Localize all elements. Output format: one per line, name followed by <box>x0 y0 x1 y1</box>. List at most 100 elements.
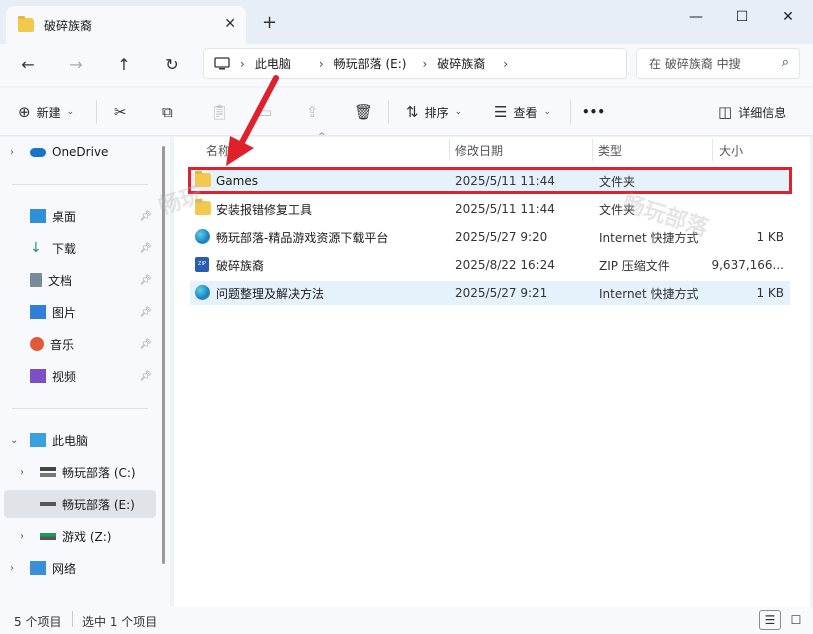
document-icon <box>30 273 42 287</box>
maximize-button[interactable]: ☐ <box>722 6 762 28</box>
sidebar-item-desktop[interactable]: 桌面 📌︎ <box>4 202 156 230</box>
sidebar-divider <box>12 408 148 409</box>
sidebar-item-label: 此电脑 <box>52 433 89 448</box>
up-arrow-icon: ↑ <box>117 54 131 74</box>
copy-button[interactable]: ⧉ <box>162 100 179 124</box>
sidebar-item-music[interactable]: 音乐 📌︎ <box>4 330 156 358</box>
sidebar-item-network[interactable]: › 网络 <box>4 554 156 582</box>
chevron-right-icon: › <box>20 466 24 478</box>
pin-icon: 📌︎ <box>139 274 152 286</box>
file-name: 破碎族裔 <box>216 258 265 273</box>
sort-button[interactable]: ⇅ 排序 ⌄ <box>406 100 462 124</box>
breadcrumb-current-folder[interactable]: 破碎族裔 <box>437 55 485 72</box>
file-date: 2025/5/27 9:21 <box>455 286 548 300</box>
new-tab-button[interactable]: + <box>262 12 277 33</box>
chevron-right-icon: › <box>240 56 245 71</box>
back-button[interactable]: ← <box>14 52 42 76</box>
file-size: 9,637,166... <box>711 258 784 272</box>
chevron-down-icon: ⌄ <box>66 107 75 117</box>
forward-button[interactable]: → <box>62 52 90 76</box>
sidebar-item-label: 文档 <box>48 273 73 288</box>
trash-icon: 🗑︎ <box>354 103 374 121</box>
column-header-size[interactable]: 大小 <box>719 142 743 159</box>
refresh-button[interactable]: ↻ <box>158 52 186 76</box>
file-type: ZIP 压缩文件 <box>599 258 670 273</box>
sidebar-item-label: 音乐 <box>50 337 75 352</box>
file-type: Internet 快捷方式 <box>599 286 699 301</box>
zip-icon: ZIP <box>195 257 209 272</box>
back-arrow-icon: ← <box>21 54 35 74</box>
file-size: 1 KB <box>756 286 784 300</box>
annotation-highlight-box <box>188 167 792 194</box>
sidebar-item-label: 游戏 (Z:) <box>62 529 112 544</box>
close-window-button[interactable]: ✕ <box>768 6 808 28</box>
file-name: 安装报错修复工具 <box>216 202 313 217</box>
download-icon: ↓ <box>30 240 42 256</box>
sidebar-item-pictures[interactable]: 图片 📌︎ <box>4 298 156 326</box>
delete-button[interactable]: 🗑︎ <box>354 100 379 124</box>
column-header-type[interactable]: 类型 <box>598 142 622 159</box>
view-button[interactable]: ☰ 查看 ⌄ <box>494 100 551 124</box>
sidebar-item-label: OneDrive <box>52 145 109 159</box>
toolbar-divider <box>96 100 97 124</box>
tiles-view-button[interactable]: ☐ <box>785 610 807 630</box>
column-header-date[interactable]: 修改日期 <box>455 142 503 159</box>
sidebar-divider <box>12 184 148 185</box>
tab-current[interactable]: 破碎族裔 ✕ <box>6 6 246 44</box>
sort-icon: ⇅ <box>406 103 419 121</box>
cloud-icon <box>30 147 46 157</box>
sidebar-item-videos[interactable]: 视频 📌︎ <box>4 362 156 390</box>
chevron-right-icon: › <box>318 56 324 71</box>
pin-icon: 📌︎ <box>139 338 152 350</box>
more-options-button[interactable]: ••• <box>582 100 605 124</box>
file-row[interactable]: ZIP 破碎族裔 2025/8/22 16:24 ZIP 压缩文件 9,637,… <box>190 253 790 277</box>
column-divider[interactable] <box>712 139 713 161</box>
new-button[interactable]: ⊕ 新建 ⌄ <box>18 100 74 124</box>
chevron-down-icon: ⌄ <box>543 107 552 117</box>
selection-count: 选中 1 个项目 <box>82 615 158 629</box>
column-divider[interactable] <box>592 139 593 161</box>
details-pane-button[interactable]: ◫ 详细信息 <box>718 100 786 124</box>
chevron-right-icon: › <box>503 56 509 71</box>
details-pane-icon: ◫ <box>718 103 733 121</box>
sidebar-item-drive-e[interactable]: 畅玩部落 (E:) <box>4 490 156 518</box>
sidebar-item-label: 桌面 <box>52 209 77 224</box>
video-icon <box>30 369 46 383</box>
breadcrumb-drive-e[interactable]: 畅玩部落 (E:) <box>334 55 407 72</box>
share-button[interactable]: ⇪ <box>306 100 325 124</box>
sort-indicator-icon: ^ <box>318 132 326 142</box>
refresh-icon: ↻ <box>165 54 179 74</box>
up-button[interactable]: ↑ <box>110 52 138 76</box>
sidebar-item-downloads[interactable]: ↓ 下载 📌︎ <box>4 234 156 262</box>
minimize-button[interactable]: — <box>676 6 716 28</box>
sidebar-item-onedrive[interactable]: › OneDrive <box>4 138 156 166</box>
new-label: 新建 <box>36 105 61 120</box>
music-icon <box>30 337 44 351</box>
details-view-button[interactable]: ☰ <box>759 610 781 630</box>
sidebar-item-drive-c[interactable]: › 畅玩部落 (C:) <box>4 458 156 486</box>
file-date: 2025/5/11 11:44 <box>455 202 555 216</box>
file-row[interactable]: 问题整理及解决方法 2025/5/27 9:21 Internet 快捷方式 1… <box>190 281 790 305</box>
sidebar-item-label: 图片 <box>52 305 77 320</box>
file-date: 2025/8/22 16:24 <box>455 258 555 272</box>
drive-icon <box>40 532 56 540</box>
sidebar-item-label: 下载 <box>52 241 77 256</box>
desktop-icon <box>30 209 46 223</box>
tiles-view-icon: ☐ <box>790 613 802 627</box>
column-divider[interactable] <box>449 139 450 161</box>
chevron-right-icon: › <box>20 530 24 542</box>
folder-icon <box>18 16 34 32</box>
sidebar-item-drive-z[interactable]: › 游戏 (Z:) <box>4 522 156 550</box>
cut-button[interactable]: ✂ <box>114 100 133 124</box>
sidebar-item-this-pc[interactable]: ⌄ 此电脑 <box>4 426 156 454</box>
computer-icon <box>30 433 46 447</box>
copy-icon: ⧉ <box>162 103 173 121</box>
tab-close-button[interactable]: ✕ <box>224 16 236 32</box>
search-input[interactable]: 在 破碎族裔 中搜 ⌕ <box>636 48 800 79</box>
toolbar-divider <box>388 100 389 124</box>
sidebar-item-documents[interactable]: 文档 📌︎ <box>4 266 156 294</box>
windows-drive-icon <box>40 467 56 477</box>
details-view-icon: ☰ <box>764 613 776 627</box>
breadcrumb-this-pc[interactable]: 此电脑 <box>255 55 291 72</box>
chevron-right-icon: › <box>10 562 14 574</box>
